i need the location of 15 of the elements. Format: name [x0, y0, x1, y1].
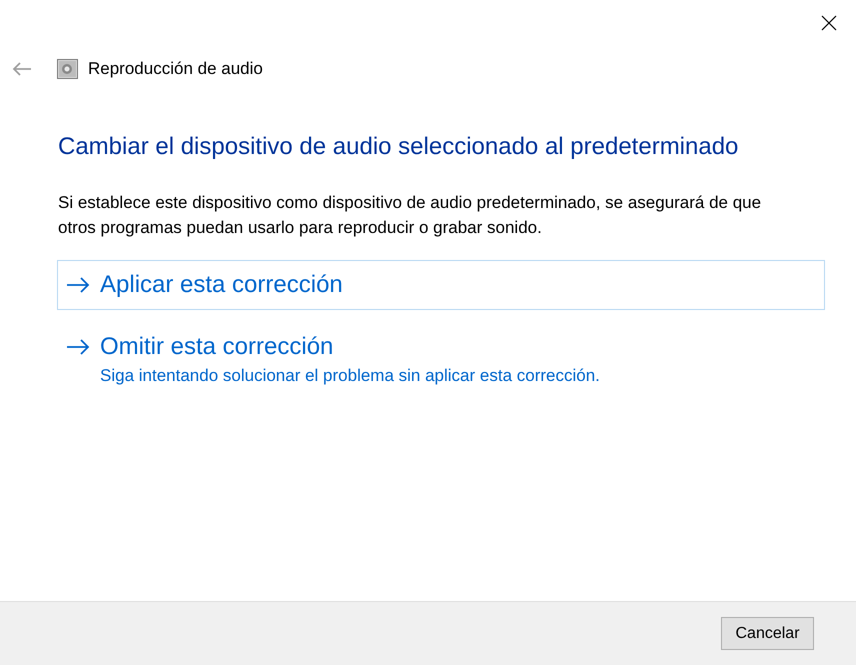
close-icon: [821, 15, 837, 31]
right-arrow-icon: [66, 277, 90, 293]
option-label: Omitir esta corrección: [100, 332, 334, 362]
fix-option-link[interactable]: Omitir esta corrección Siga intentando solucionar el problema sin aplicar esta corrección.: [57, 322, 825, 395]
option-label: Aplicar esta corrección: [100, 270, 343, 300]
option-description: Siga intentando solucionar el problema sin aplicar esta corrección.: [100, 366, 600, 386]
speaker-icon: [57, 59, 78, 79]
back-button[interactable]: [12, 61, 32, 77]
window-title: Reproducción de audio: [88, 58, 263, 80]
page-heading: Cambiar el dispositivo de audio seleccionado al predeterminado: [58, 132, 740, 162]
description-text: Si establece este dispositivo como dispositivo de audio predeterminado, se asegurará de que otros programas puedan usarlo para reproducir o grabar sonido.: [58, 192, 762, 239]
back-arrow-icon: [12, 62, 32, 76]
cancel-button[interactable]: Cancelar: [721, 617, 814, 650]
fix-option-link[interactable]: Aplicar esta corrección: [57, 260, 825, 310]
right-arrow-icon: [66, 339, 90, 355]
